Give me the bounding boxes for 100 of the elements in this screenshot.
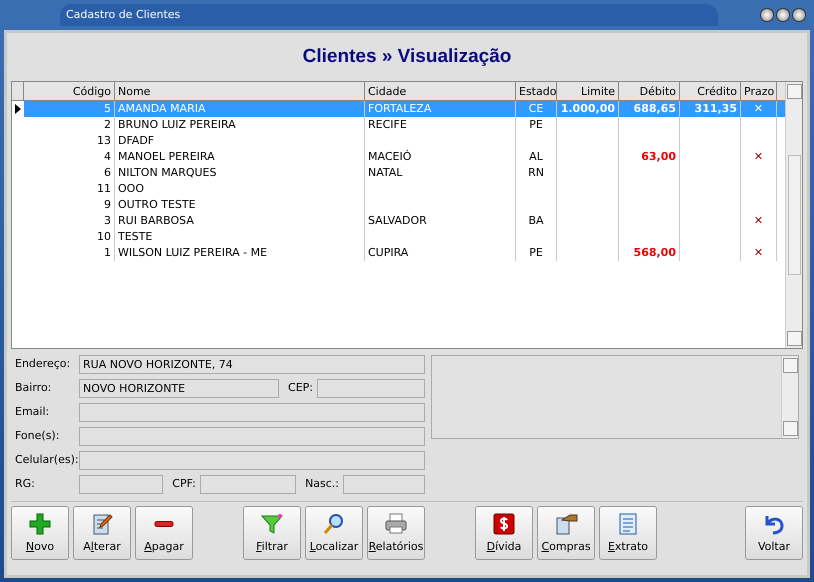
dollar-icon <box>492 512 516 536</box>
table-cell: 11 <box>24 181 115 197</box>
table-cell: 568,00 <box>619 245 680 261</box>
table-cell: TESTE <box>115 229 365 245</box>
notes-field[interactable] <box>431 355 799 439</box>
input-field[interactable] <box>79 427 425 446</box>
input-field[interactable] <box>79 451 425 470</box>
column-header[interactable]: Cidade <box>365 82 516 100</box>
table-cell: RUI BARBOSA <box>115 213 365 229</box>
toolbar-button[interactable]: Voltar <box>745 506 803 560</box>
toolbar-button[interactable]: Filtrar <box>243 506 301 560</box>
toolbar-button[interactable]: Apagar <box>135 506 193 560</box>
close-button[interactable] <box>792 8 806 22</box>
toolbar-button[interactable]: Relatórios <box>367 506 425 560</box>
toolbar-button[interactable]: Extrato <box>599 506 657 560</box>
table-row[interactable]: 1 WILSON LUIZ PEREIRA - ME CUPIRA PE 568,00 ✕ <box>12 245 785 261</box>
table-cell: 63,00 <box>619 149 680 165</box>
table-row[interactable]: 11 OOO <box>12 181 785 197</box>
table-cell: WILSON LUIZ PEREIRA - ME <box>115 245 365 261</box>
table-cell: 5 <box>24 101 115 118</box>
input-field[interactable] <box>79 475 163 494</box>
table-row[interactable]: 3 RUI BARBOSA SALVADOR BA ✕ <box>12 213 785 229</box>
printer-icon <box>384 512 408 536</box>
table-cell: OUTRO TESTE <box>115 197 365 213</box>
table-cell: 1.000,00 <box>557 101 619 118</box>
row-pointer-icon <box>14 104 22 114</box>
table-cell: DFADF <box>115 133 365 149</box>
field-label: Bairro: <box>15 380 52 396</box>
funnel-icon <box>260 512 284 536</box>
column-header[interactable]: Crédito <box>680 82 741 100</box>
search-icon <box>322 512 346 536</box>
table-row[interactable]: 9 OUTRO TESTE <box>12 197 785 213</box>
table-cell: 1 <box>24 245 115 261</box>
input-field[interactable]: NOVO HORIZONTE <box>79 379 279 398</box>
document-hand-icon <box>554 512 578 536</box>
prazo-mark: ✕ <box>741 101 777 118</box>
field-label: Email: <box>15 404 50 420</box>
field-label: CEP: <box>288 380 313 396</box>
input-field[interactable] <box>317 379 425 398</box>
vertical-scrollbar[interactable] <box>785 82 802 348</box>
input-field[interactable]: RUA NOVO HORIZONTE, 74 <box>79 355 425 374</box>
column-header[interactable]: Estado <box>516 82 557 100</box>
column-header[interactable]: Prazo <box>741 82 777 100</box>
table-cell: PE <box>516 117 557 133</box>
table-cell: CE <box>516 101 557 118</box>
prazo-mark: ✕ <box>741 213 777 229</box>
table-cell: 2 <box>24 117 115 133</box>
table-cell: NATAL <box>365 165 516 181</box>
table-cell: 688,65 <box>619 101 680 118</box>
page-heading: Clientes » Visualização <box>302 44 512 69</box>
table-cell: 311,35 <box>680 101 741 118</box>
plus-icon <box>28 512 52 536</box>
table-cell: AL <box>516 149 557 165</box>
table-cell: OOO <box>115 181 365 197</box>
field-label: Fone(s): <box>15 428 60 444</box>
table-cell: 10 <box>24 229 115 245</box>
column-header[interactable]: Limite <box>557 82 619 100</box>
toolbar-button[interactable]: Alterar <box>73 506 131 560</box>
table-cell: PE <box>516 245 557 261</box>
table-cell: AMANDA MARIA <box>115 101 365 118</box>
prazo-mark: ✕ <box>741 149 777 165</box>
table-cell: NILTON MARQUES <box>115 165 365 181</box>
table-cell: 4 <box>24 149 115 165</box>
toolbar-button[interactable]: Localizar <box>305 506 363 560</box>
table-row[interactable]: 2 BRUNO LUIZ PEREIRA RECIFE PE <box>12 117 785 133</box>
minimize-button[interactable] <box>760 8 774 22</box>
table-row[interactable]: 6 NILTON MARQUES NATAL RN <box>12 165 785 181</box>
table-cell: 9 <box>24 197 115 213</box>
minus-icon <box>154 520 174 526</box>
field-label: Endereço: <box>15 356 72 372</box>
table-row[interactable]: 4 MANOEL PEREIRA MACEIÓ AL 63,00 ✕ <box>12 149 785 165</box>
table-row[interactable]: 10 TESTE <box>12 229 785 245</box>
toolbar-button[interactable]: Dívida <box>475 506 533 560</box>
table-cell: MANOEL PEREIRA <box>115 149 365 165</box>
window-title: Cadastro de Clientes <box>60 4 718 26</box>
prazo-mark: ✕ <box>741 245 777 261</box>
table-cell: BA <box>516 213 557 229</box>
toolbar-button[interactable]: Novo <box>11 506 69 560</box>
table-cell: BRUNO LUIZ PEREIRA <box>115 117 365 133</box>
column-header[interactable]: Código <box>24 82 115 100</box>
field-label: Nasc.: <box>305 476 340 492</box>
input-field[interactable] <box>343 475 426 494</box>
input-field[interactable] <box>200 475 296 494</box>
column-header[interactable]: Débito <box>619 82 680 100</box>
toolbar-button[interactable]: Compras <box>537 506 595 560</box>
field-label: RG: <box>15 476 36 492</box>
column-header[interactable]: Nome <box>115 82 365 100</box>
table-cell: SALVADOR <box>365 213 516 229</box>
table-cell: RN <box>516 165 557 181</box>
field-label: Celular(es): <box>15 452 75 468</box>
table-row[interactable]: 13 DFADF <box>12 133 785 149</box>
input-field[interactable] <box>79 403 425 422</box>
field-label: CPF: <box>172 476 196 492</box>
table-cell: MACEIÓ <box>365 149 516 165</box>
maximize-button[interactable] <box>776 8 790 22</box>
table-cell: 13 <box>24 133 115 149</box>
table-cell: FORTALEZA <box>365 101 516 118</box>
table-cell: RECIFE <box>365 117 516 133</box>
table-cell: CUPIRA <box>365 245 516 261</box>
table-cell: 6 <box>24 165 115 181</box>
